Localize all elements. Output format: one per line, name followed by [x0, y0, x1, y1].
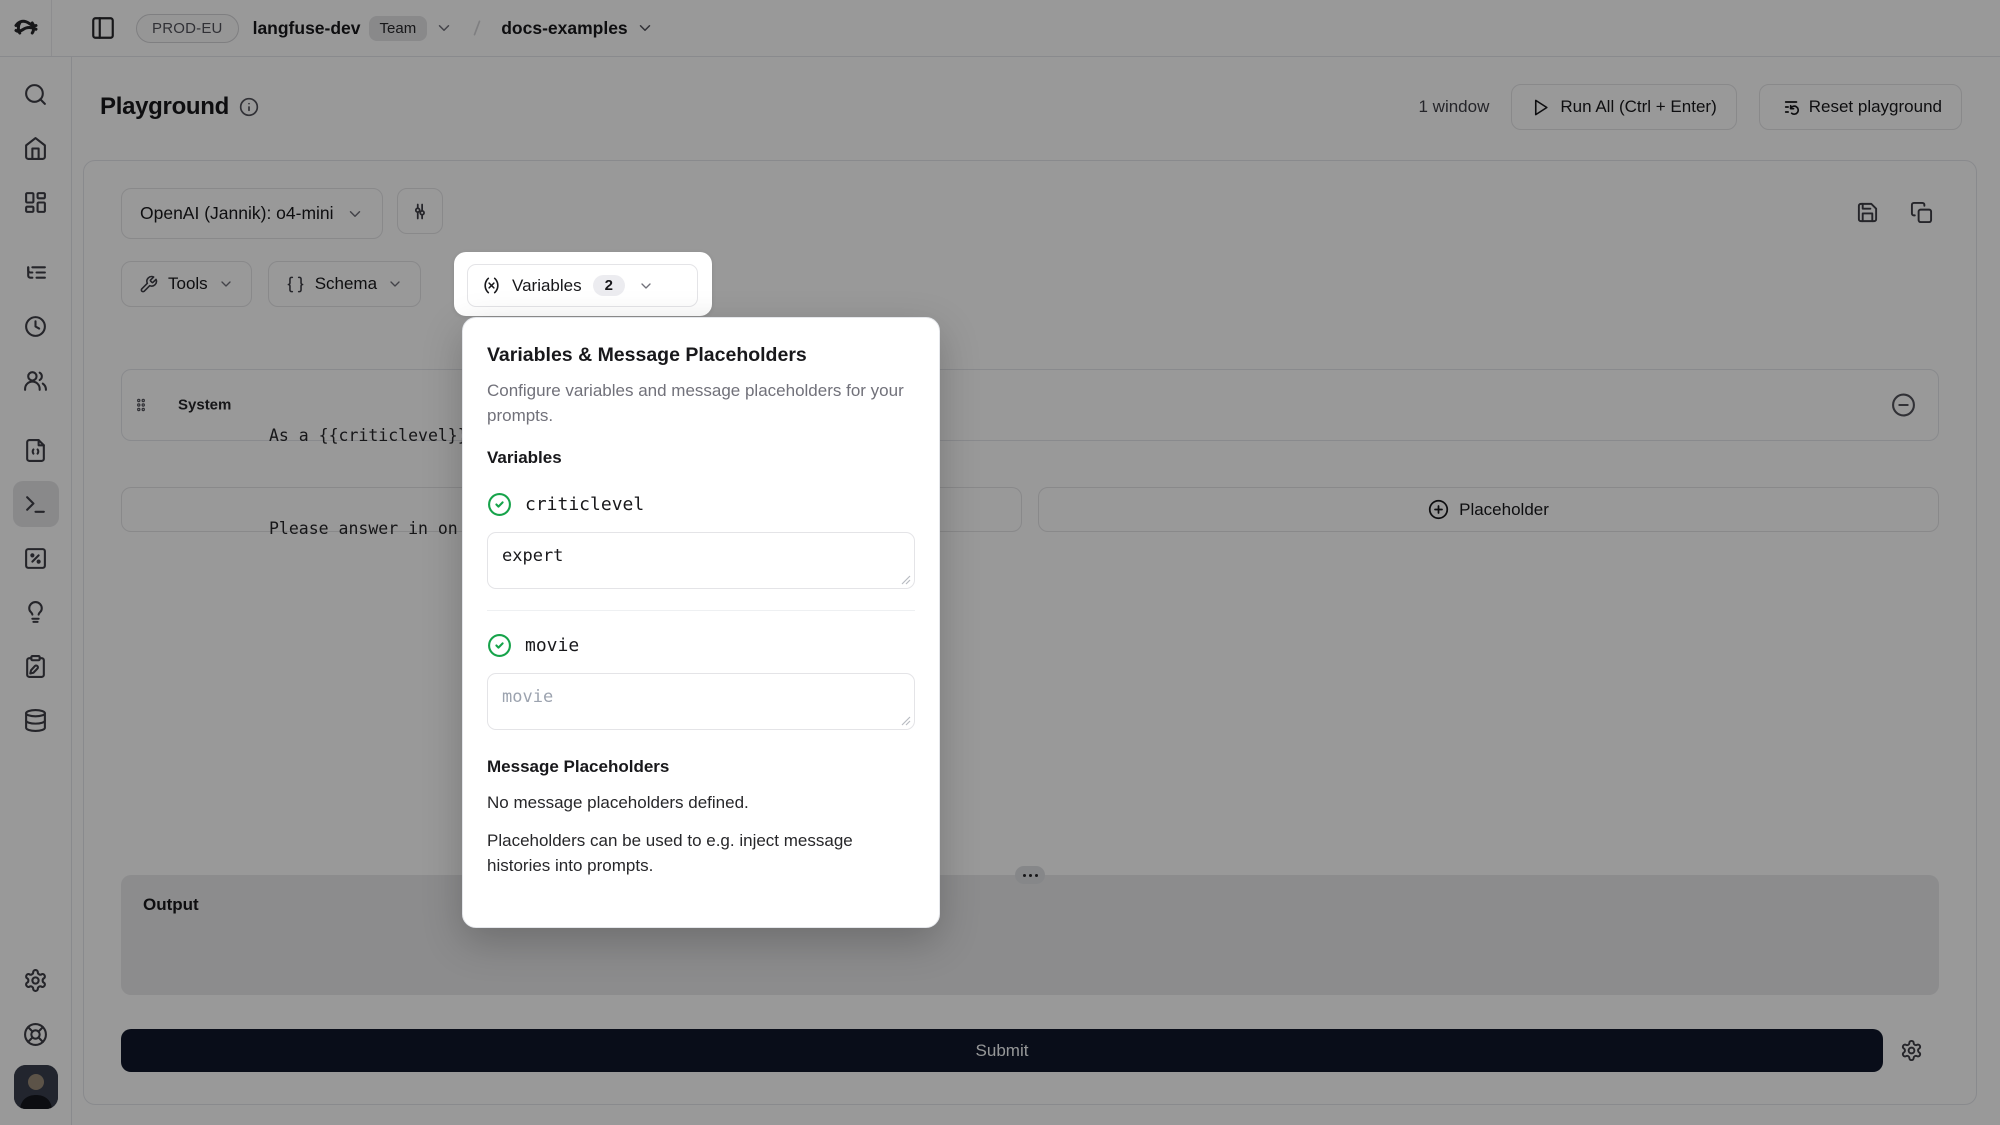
chevron-down-icon	[638, 278, 654, 294]
variable-value-input[interactable]: expert	[487, 532, 915, 589]
variable-icon	[482, 276, 501, 295]
variables-button[interactable]: Variables 2	[467, 264, 698, 307]
modal-overlay[interactable]	[0, 0, 2000, 1125]
resize-corner-icon[interactable]	[901, 716, 911, 726]
resize-corner-icon[interactable]	[901, 575, 911, 585]
placeholders-empty-text: No message placeholders defined.	[487, 790, 915, 815]
variables-label: Variables	[512, 276, 582, 296]
check-circle-icon	[487, 633, 512, 658]
variable-value-input[interactable]	[487, 673, 915, 730]
variables-heading: Variables	[487, 448, 915, 468]
variables-trigger-halo: Variables 2	[454, 252, 712, 316]
variable-row: movie	[487, 633, 915, 658]
variable-name: criticlevel	[525, 494, 644, 515]
variables-count-badge: 2	[593, 275, 625, 296]
playground-app: PROD-EU langfuse-dev Team docs-examples	[0, 0, 2000, 1125]
variable-divider	[487, 610, 915, 611]
popover-description: Configure variables and message placehol…	[487, 378, 915, 428]
variable-value-wrap	[487, 673, 915, 730]
popover-title: Variables & Message Placeholders	[487, 344, 915, 367]
placeholders-hint-text: Placeholders can be used to e.g. inject …	[487, 828, 915, 878]
variable-name: movie	[525, 635, 579, 656]
variables-popover: Variables & Message Placeholders Configu…	[462, 317, 940, 928]
check-circle-icon	[487, 492, 512, 517]
message-placeholders-heading: Message Placeholders	[487, 757, 915, 777]
variable-row: criticlevel	[487, 492, 915, 517]
variable-value-wrap: expert	[487, 532, 915, 589]
